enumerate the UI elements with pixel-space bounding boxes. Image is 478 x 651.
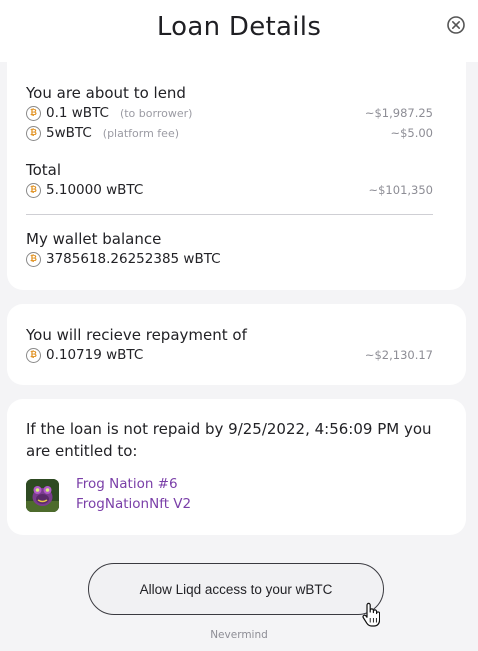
lend-usd: ~$1,987.25 [364, 106, 433, 120]
bitcoin-icon: ₿ [26, 347, 41, 363]
modal-header: Loan Details [0, 0, 478, 62]
lend-item-borrower: ₿ 0.1 wBTC (to borrower) ~$1,987.25 [26, 104, 433, 122]
bitcoin-icon: ₿ [26, 105, 41, 121]
bitcoin-icon: ₿ [26, 251, 41, 267]
nevermind-link[interactable]: Nevermind [0, 629, 478, 641]
bitcoin-icon: ₿ [26, 125, 41, 141]
close-icon[interactable] [446, 15, 466, 35]
repayment-row: ₿ 0.10719 wBTC ~$2,130.17 [26, 346, 433, 364]
collateral-text: If the loan is not repaid by 9/25/2022, … [26, 420, 432, 460]
repayment-usd: ~$2,130.17 [364, 348, 433, 362]
wallet-row: ₿ 3785618.26252385 wBTC [26, 250, 433, 268]
lend-summary-card: You are about to lend ₿ 0.1 wBTC (to bor… [7, 60, 466, 290]
total-row: ₿ 5.10000 wBTC ~$101,350 [26, 181, 433, 199]
total-usd: ~$101,350 [368, 183, 433, 197]
hand-cursor-icon [362, 601, 381, 629]
lend-heading: You are about to lend [26, 84, 186, 102]
nft-thumbnail[interactable] [26, 479, 59, 512]
nft-collection-link[interactable]: FrogNationNft V2 [76, 496, 191, 512]
divider [26, 214, 433, 215]
total-heading: Total [26, 161, 62, 179]
collateral-card: If the loan is not repaid by 9/25/2022, … [7, 399, 466, 535]
lend-note: (to borrower) [119, 106, 193, 120]
fee-note: (platform fee) [102, 126, 180, 140]
repayment-heading: You will recieve repayment of [26, 326, 247, 344]
total-amount: 5.10000 wBTC [46, 182, 144, 198]
repayment-card: You will recieve repayment of ₿ 0.10719 … [7, 304, 466, 385]
nft-name-link[interactable]: Frog Nation #6 [76, 476, 178, 492]
repayment-amount: 0.10719 wBTC [46, 347, 144, 363]
page-title: Loan Details [156, 12, 322, 42]
allow-access-button[interactable]: Allow Liqd access to your wBTC [88, 563, 384, 615]
lend-item-fee: ₿ 5wBTC (platform fee) ~$5.00 [26, 124, 433, 142]
fee-amount: 5wBTC [46, 125, 92, 141]
bitcoin-icon: ₿ [26, 182, 41, 198]
wallet-amount: 3785618.26252385 wBTC [46, 251, 221, 267]
wallet-heading: My wallet balance [26, 230, 162, 248]
fee-usd: ~$5.00 [390, 126, 433, 140]
lend-amount: 0.1 wBTC [46, 105, 109, 121]
